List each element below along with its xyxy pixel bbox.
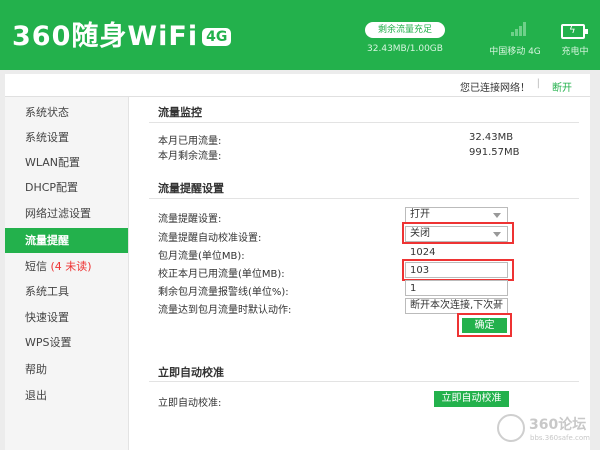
action-label: 流量达到包月流量时默认动作: [158, 305, 292, 316]
highlight-box [457, 313, 512, 337]
highlight-box [402, 222, 514, 244]
sidebar-item-dhcp[interactable]: DHCP配置 [5, 175, 128, 200]
data-status-pill: 剩余流量充足 [365, 22, 445, 38]
charge-status-text: 充电中 [561, 47, 589, 57]
chevron-down-icon [493, 304, 501, 309]
signal-icon [511, 22, 528, 36]
divider [149, 198, 579, 199]
used-value: 32.43MB [469, 132, 514, 143]
watermark-title: 360论坛 [529, 417, 587, 433]
monitor-title: 流量监控 [158, 106, 202, 119]
logo-text: 360随身WiFi [12, 21, 199, 52]
separator: | [536, 78, 540, 89]
reminder-setting-value: 打开 [410, 209, 430, 220]
monthly-label: 包月流量(单位MB): [158, 251, 245, 262]
auto-calibrate-label: 流量提醒自动校准设置: [158, 233, 262, 244]
calibrate-title: 立即自动校准 [158, 366, 224, 379]
highlight-box [402, 259, 514, 281]
monthly-value: 1024 [410, 247, 436, 258]
sidebar-item-wlan[interactable]: WLAN配置 [5, 150, 128, 175]
watermark-logo-icon [497, 414, 525, 442]
sms-label: 短信 [25, 260, 47, 273]
forum-watermark: 360论坛 bbs.360safe.com [497, 410, 597, 448]
sidebar-item-network-filter[interactable]: 网络过滤设置 [5, 201, 128, 226]
disconnect-link[interactable]: 断开 [552, 79, 572, 94]
chevron-down-icon [493, 213, 501, 218]
reminder-title: 流量提醒设置 [158, 182, 224, 195]
brand-logo: 360随身WiFi 4G [12, 14, 232, 53]
status-bar: 您已连接网络！ | 断开 [5, 74, 590, 97]
auto-calibrate-button[interactable]: 立即自动校准 [434, 391, 509, 407]
sidebar-item-logout[interactable]: 退出 [5, 383, 128, 408]
sidebar-nav: 系统状态 系统设置 WLAN配置 DHCP配置 网络过滤设置 流量提醒 短信 (… [5, 97, 129, 450]
unread-badge: (4 未读) [50, 260, 92, 273]
reminder-setting-select[interactable]: 打开 [405, 207, 508, 223]
remaining-value: 991.57MB [469, 147, 520, 158]
divider [149, 381, 579, 382]
sidebar-item-system-settings[interactable]: 系统设置 [5, 125, 128, 150]
sidebar-item-quick-setup[interactable]: 快速设置 [5, 305, 128, 330]
warning-input[interactable] [405, 280, 508, 296]
sidebar-item-help[interactable]: 帮助 [5, 357, 128, 382]
sidebar-item-system-status[interactable]: 系统状态 [5, 100, 128, 125]
corrected-used-label: 校正本月已用流量(单位MB): [158, 269, 285, 280]
connection-status: 您已连接网络！ [460, 83, 530, 94]
sidebar-item-traffic-reminder[interactable]: 流量提醒 [5, 228, 128, 253]
sidebar-item-sms[interactable]: 短信 (4 未读) [5, 254, 128, 279]
data-usage-text: 32.43MB/1.00GB [367, 44, 443, 54]
remaining-label: 本月剩余流量: [158, 151, 222, 162]
carrier-text: 中国移动 4G [489, 47, 541, 57]
divider [149, 122, 579, 123]
app-header: 360随身WiFi 4G 剩余流量充足 32.43MB/1.00GB 中国移动 4… [0, 0, 600, 70]
watermark-url: bbs.360safe.com [530, 434, 591, 442]
used-label: 本月已用流量: [158, 136, 222, 147]
warning-label: 剩余包月流量报警线(单位%): [158, 287, 289, 298]
calibrate-label: 立即自动校准: [158, 398, 222, 409]
action-select[interactable]: 断开本次连接,下次开 [405, 298, 508, 314]
battery-charging-icon: ϟ [561, 24, 588, 39]
sidebar-item-wps[interactable]: WPS设置 [5, 330, 128, 355]
sidebar-item-system-tools[interactable]: 系统工具 [5, 279, 128, 304]
logo-badge-4g: 4G [202, 28, 232, 46]
main-panel: 流量监控 本月已用流量: 32.43MB 本月剩余流量: 991.57MB 流量… [129, 97, 590, 450]
action-value: 断开本次连接,下次开 [410, 300, 504, 311]
reminder-setting-label: 流量提醒设置: [158, 214, 222, 225]
